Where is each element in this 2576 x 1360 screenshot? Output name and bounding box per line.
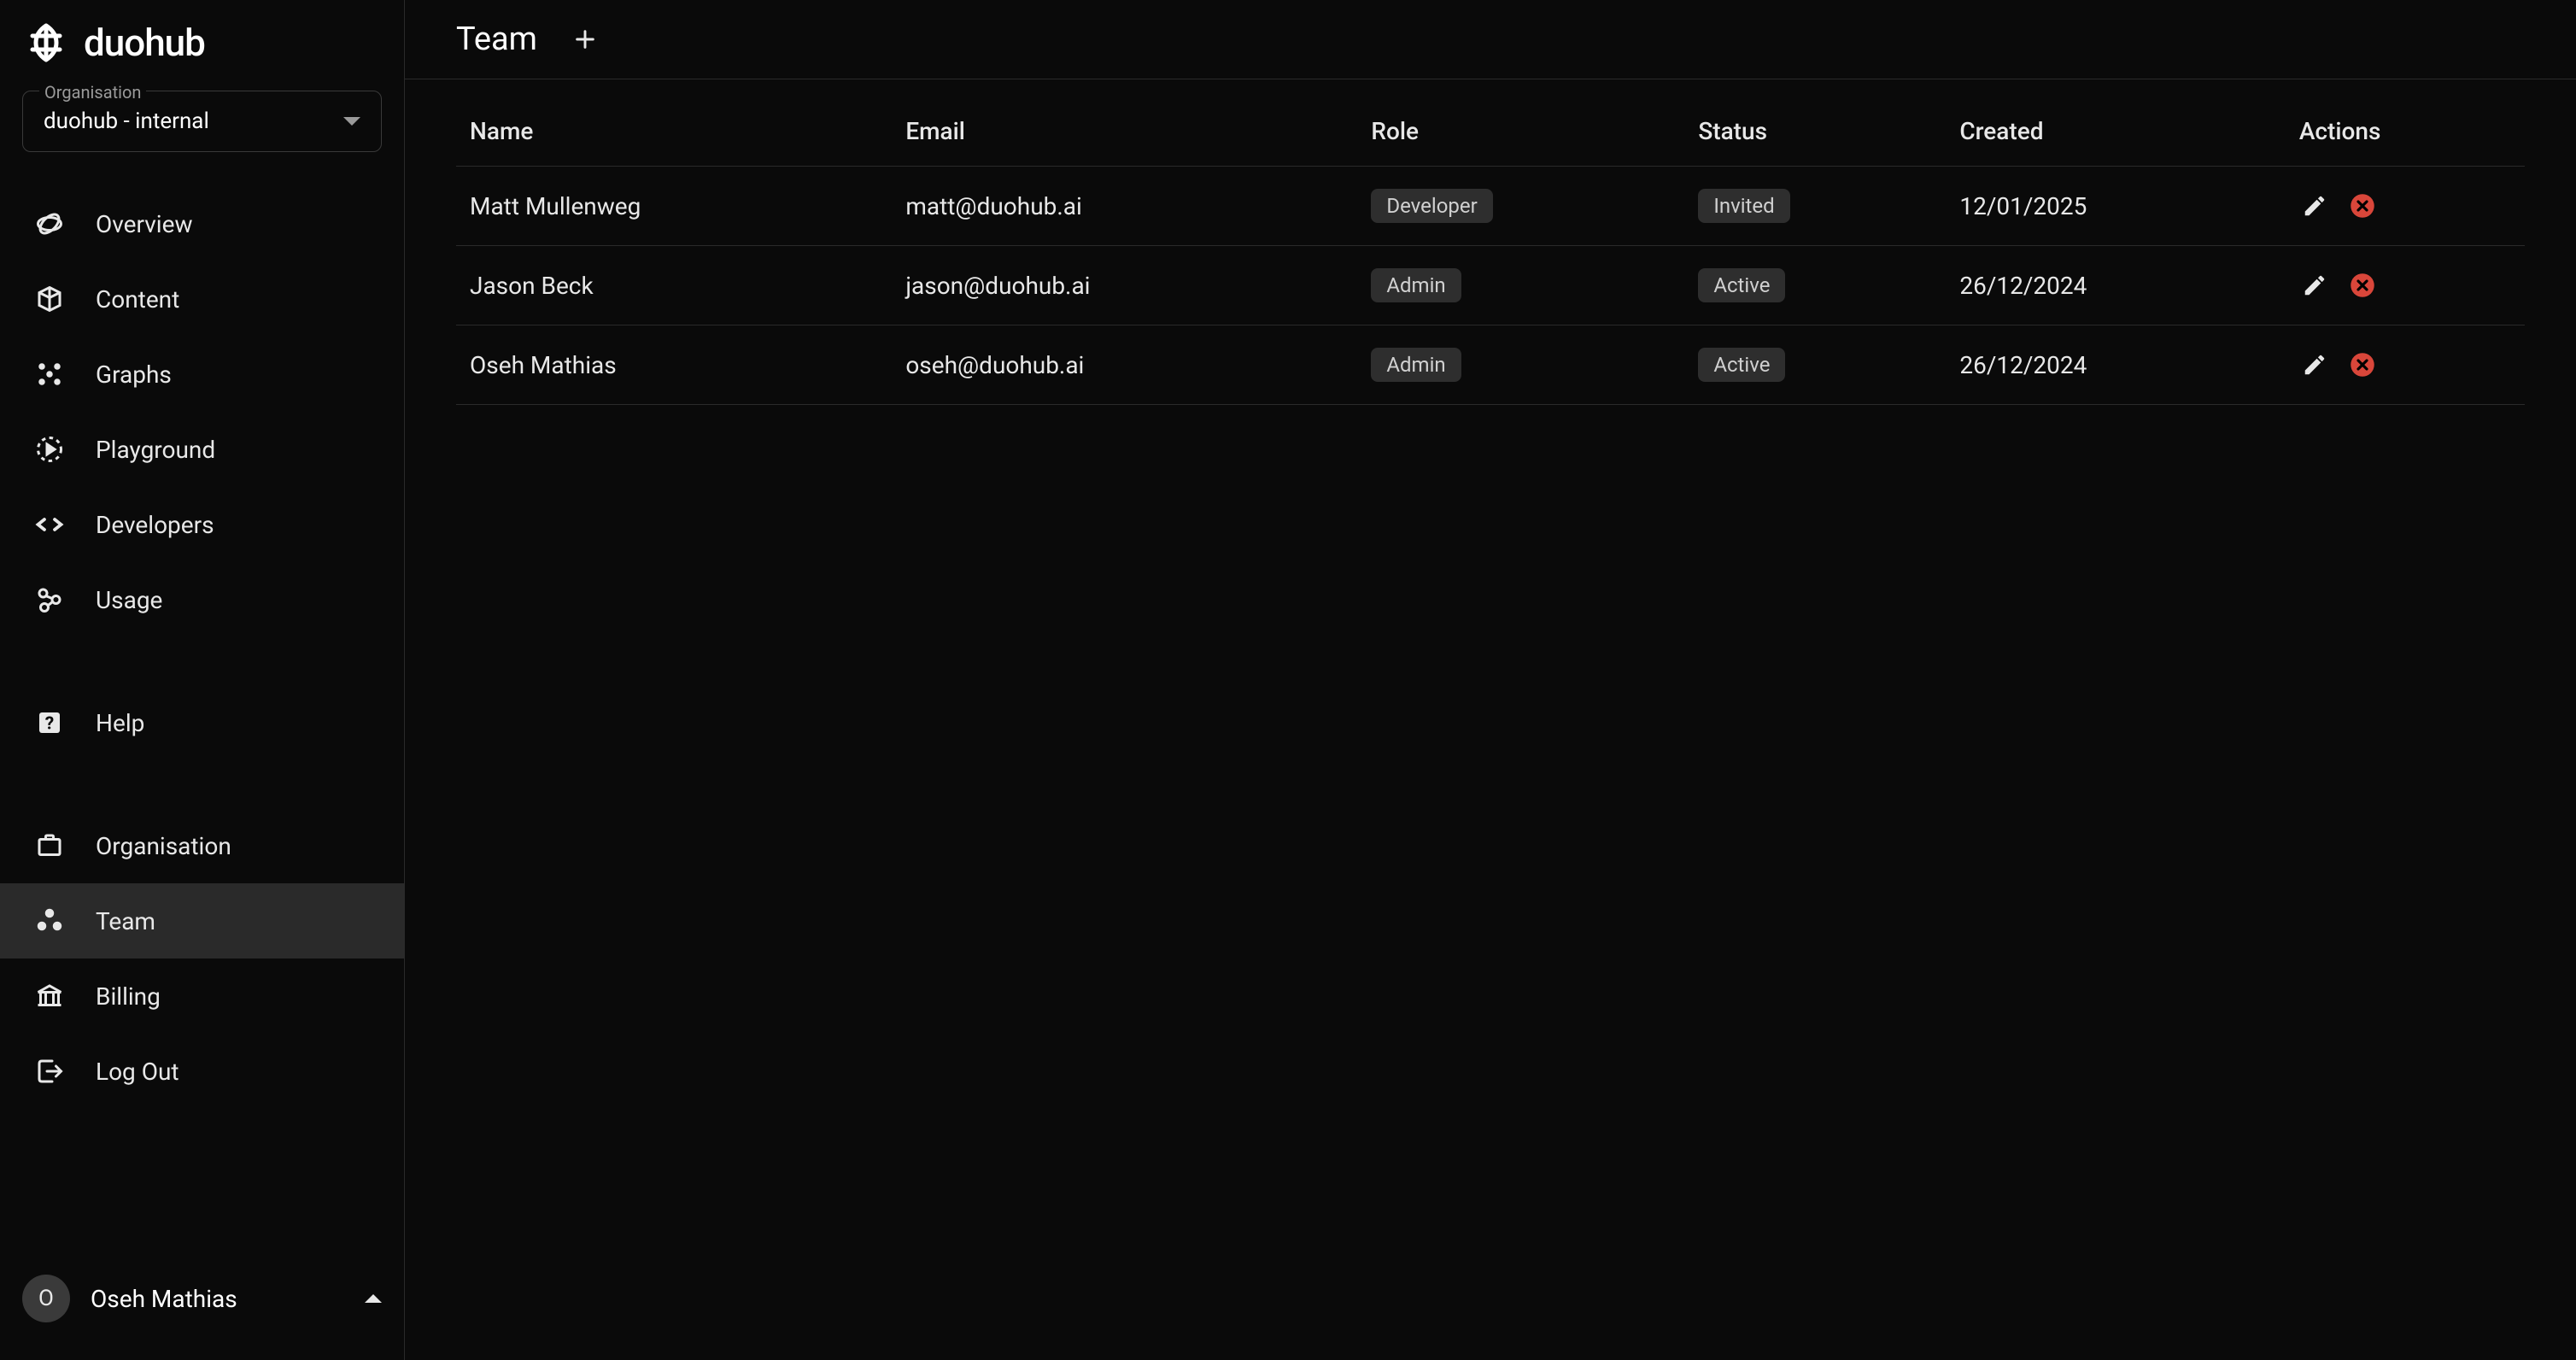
page-header: Team: [405, 0, 2576, 79]
svg-text:?: ?: [45, 714, 54, 735]
sidebar-item-graphs[interactable]: Graphs: [0, 337, 404, 412]
sidebar-item-usage[interactable]: Usage: [0, 562, 404, 637]
cell-name: Matt Mullenweg: [456, 167, 892, 246]
usage-icon: [34, 584, 65, 615]
cell-role: Admin: [1357, 246, 1684, 325]
user-name: Oseh Mathias: [91, 1285, 344, 1313]
cell-status: Active: [1684, 325, 1946, 405]
sidebar-item-label: Log Out: [96, 1058, 179, 1086]
chevron-down-icon: [343, 117, 360, 126]
cell-email: jason@duohub.ai: [892, 246, 1357, 325]
sidebar-item-billing[interactable]: Billing: [0, 958, 404, 1034]
help-icon: ?: [34, 707, 65, 738]
edit-button[interactable]: [2299, 191, 2330, 221]
sidebar-item-developers[interactable]: Developers: [0, 487, 404, 562]
cell-created: 26/12/2024: [1946, 246, 2286, 325]
logout-icon: [34, 1056, 65, 1087]
delete-button[interactable]: [2347, 349, 2378, 380]
column-header: Status: [1684, 97, 1946, 167]
role-badge: Admin: [1371, 348, 1461, 382]
edit-button[interactable]: [2299, 270, 2330, 301]
cell-status: Invited: [1684, 167, 1946, 246]
sidebar-item-team[interactable]: Team: [0, 883, 404, 958]
content-icon: [34, 284, 65, 314]
role-badge: Developer: [1371, 189, 1492, 223]
sidebar-item-label: Organisation: [96, 832, 231, 860]
delete-button[interactable]: [2347, 191, 2378, 221]
status-badge: Invited: [1698, 189, 1789, 223]
table-row: Jason Beckjason@duohub.ai Admin Active 26/1…: [456, 246, 2525, 325]
user-menu[interactable]: O Oseh Mathias: [0, 1257, 404, 1339]
avatar: O: [22, 1275, 70, 1322]
billing-icon: [34, 981, 65, 1011]
org-select-wrap: Organisation duohub - internal: [0, 91, 404, 186]
playground-icon: [34, 434, 65, 465]
nav-secondary: ? Help: [0, 685, 404, 760]
sidebar-item-content[interactable]: Content: [0, 261, 404, 337]
sidebar-item-label: Billing: [96, 982, 161, 1011]
sidebar-item-label: Developers: [96, 511, 214, 539]
logo-row: duohub: [0, 21, 404, 91]
team-icon: [34, 906, 65, 936]
sidebar-item-logout[interactable]: Log Out: [0, 1034, 404, 1109]
developers-icon: [34, 509, 65, 540]
table-row: Oseh Mathiasoseh@duohub.ai Admin Active 26/…: [456, 325, 2525, 405]
sidebar-item-label: Usage: [96, 586, 162, 614]
edit-button[interactable]: [2299, 349, 2330, 380]
graphs-icon: [34, 359, 65, 390]
logo-icon: [26, 22, 67, 63]
role-badge: Admin: [1371, 268, 1461, 302]
cell-email: matt@duohub.ai: [892, 167, 1357, 246]
table-row: Matt Mullenwegmatt@duohub.ai Developer Inv…: [456, 167, 2525, 246]
status-badge: Active: [1698, 268, 1785, 302]
sidebar-item-label: Help: [96, 709, 144, 737]
sidebar-item-overview[interactable]: Overview: [0, 186, 404, 261]
sidebar-item-organisation[interactable]: Organisation: [0, 808, 404, 883]
team-table: NameEmailRoleStatusCreatedActions Matt M…: [456, 97, 2525, 405]
sidebar-item-label: Overview: [96, 210, 193, 238]
organisation-icon: [34, 830, 65, 861]
table-container: NameEmailRoleStatusCreatedActions Matt M…: [405, 79, 2576, 422]
cell-status: Active: [1684, 246, 1946, 325]
chevron-up-icon: [365, 1294, 382, 1303]
page-title: Team: [456, 21, 537, 58]
sidebar-item-label: Playground: [96, 436, 215, 464]
nav-tertiary: Organisation Team Billing Log Out: [0, 808, 404, 1109]
cell-role: Admin: [1357, 325, 1684, 405]
cell-role: Developer: [1357, 167, 1684, 246]
cell-created: 26/12/2024: [1946, 325, 2286, 405]
nav-primary: Overview Content Graphs Playground Developer…: [0, 186, 404, 637]
delete-button[interactable]: [2347, 270, 2378, 301]
column-header: Role: [1357, 97, 1684, 167]
cell-name: Oseh Mathias: [456, 325, 892, 405]
cell-actions: [2286, 167, 2525, 246]
cell-actions: [2286, 246, 2525, 325]
column-header: Created: [1946, 97, 2286, 167]
sidebar-item-label: Graphs: [96, 361, 172, 389]
cell-created: 12/01/2025: [1946, 167, 2286, 246]
column-header: Name: [456, 97, 892, 167]
sidebar-item-label: Team: [96, 907, 155, 935]
overview-icon: [34, 208, 65, 239]
sidebar-item-label: Content: [96, 285, 179, 314]
avatar-initial: O: [38, 1286, 54, 1311]
org-select-label: Organisation: [39, 82, 146, 103]
sidebar: duohub Organisation duohub - internal Ov…: [0, 0, 405, 1360]
column-header: Actions: [2286, 97, 2525, 167]
main: Team NameEmailRoleStatusCreatedActions M…: [405, 0, 2576, 1360]
status-badge: Active: [1698, 348, 1785, 382]
sidebar-item-playground[interactable]: Playground: [0, 412, 404, 487]
cell-email: oseh@duohub.ai: [892, 325, 1357, 405]
cell-actions: [2286, 325, 2525, 405]
org-selected-value: duohub - internal: [44, 108, 209, 134]
column-header: Email: [892, 97, 1357, 167]
sidebar-item-help[interactable]: ? Help: [0, 685, 404, 760]
app-name: duohub: [84, 21, 205, 65]
cell-name: Jason Beck: [456, 246, 892, 325]
add-team-member-button[interactable]: [568, 22, 602, 56]
